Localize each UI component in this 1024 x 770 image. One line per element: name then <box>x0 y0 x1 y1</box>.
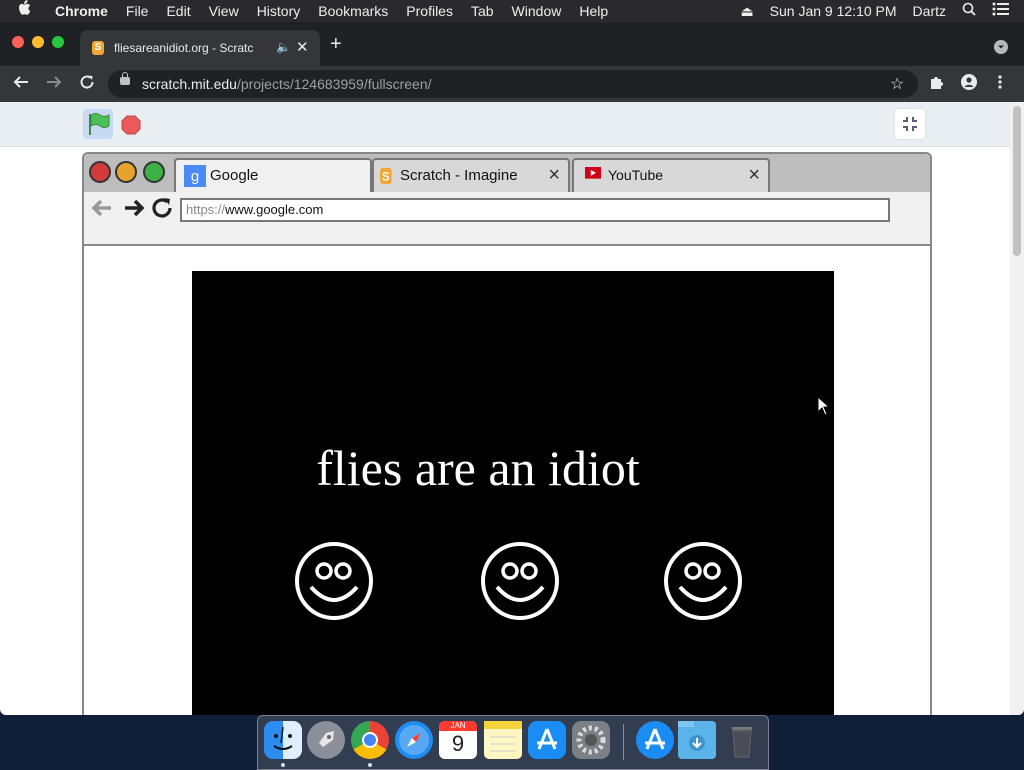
stage-tab-bar: g Google S Scratch - Imagine × YouTube × <box>84 154 930 194</box>
stop-sign-button[interactable] <box>121 115 141 135</box>
url-host: scratch.mit.edu <box>142 76 237 92</box>
downloads-folder-icon[interactable] <box>678 721 716 759</box>
scratch-controls-bar <box>0 102 1010 147</box>
eject-icon[interactable]: ⏏ <box>732 0 761 22</box>
new-tab-button[interactable]: + <box>330 34 342 54</box>
stage-back-arrow-icon <box>90 196 114 227</box>
trash-icon[interactable] <box>723 721 761 759</box>
macos-dock: JAN 9 <box>257 715 769 770</box>
chrome-window: S fliesareanidiot.org - Scratc 🔈 ✕ + scr… <box>0 22 1024 715</box>
stage-tab-label: Google <box>210 167 259 184</box>
url-path: /projects/124683959/fullscreen/ <box>236 76 432 92</box>
spotlight-icon[interactable] <box>954 0 984 22</box>
macos-menu-bar: Chrome File Edit View History Bookmarks … <box>0 0 1024 22</box>
stage-black-screen: flies are an idiot <box>192 271 834 715</box>
back-arrow-icon[interactable] <box>12 73 30 95</box>
stage-close-dot <box>89 161 111 183</box>
stage-reload-icon <box>150 196 174 227</box>
stage-tab-youtube: YouTube × <box>572 158 770 194</box>
chrome-menu-kebab-icon[interactable] <box>997 74 1003 95</box>
google-g-icon: g <box>184 165 206 187</box>
calendar-month: JAN <box>439 721 477 731</box>
page-scrollbar[interactable] <box>1010 102 1024 715</box>
lock-icon[interactable] <box>120 72 130 85</box>
stage-tab-close-icon: × <box>548 164 560 186</box>
green-flag-button[interactable] <box>83 109 113 139</box>
stage-tab-close-icon: × <box>748 164 760 186</box>
svg-text:S: S <box>382 170 390 183</box>
apple-menu-icon[interactable] <box>0 0 46 22</box>
address-bar[interactable]: scratch.mit.edu/projects/124683959/fulls… <box>108 70 918 98</box>
profile-icon[interactable] <box>961 74 977 95</box>
extensions-puzzle-icon[interactable] <box>929 74 945 95</box>
menu-clock[interactable]: Sun Jan 9 12:10 PM <box>762 0 905 22</box>
tab-title: fliesareanidiot.org - Scratc <box>114 41 254 55</box>
running-indicator <box>368 763 372 767</box>
forward-arrow-icon[interactable] <box>45 73 63 95</box>
exit-fullscreen-button[interactable] <box>894 108 926 140</box>
tab-close-icon[interactable]: ✕ <box>296 38 309 56</box>
calendar-day: 9 <box>451 731 465 756</box>
menu-user[interactable]: Dartz <box>905 0 954 22</box>
stage-tab-scratch: S Scratch - Imagine × <box>372 158 570 194</box>
control-center-icon[interactable] <box>984 0 1024 22</box>
safari-compass-icon[interactable] <box>395 721 433 759</box>
svg-text:g: g <box>191 168 199 185</box>
minimize-window-button[interactable] <box>32 36 44 48</box>
stage-address-bar: https://www.google.com <box>180 198 890 222</box>
stage-address-protocol: https:// <box>186 202 226 217</box>
stage-headline: flies are an idiot <box>316 440 640 496</box>
running-indicator <box>281 763 285 767</box>
menu-file[interactable]: File <box>117 0 158 22</box>
smiley-face-icon <box>481 542 559 620</box>
app-store-downloads-icon[interactable] <box>636 721 674 759</box>
launchpad-rocket-icon[interactable] <box>307 721 345 759</box>
dock-separator <box>623 724 624 760</box>
youtube-play-icon <box>585 167 601 179</box>
browser-tab-active[interactable]: S fliesareanidiot.org - Scratc 🔈 ✕ <box>80 30 320 66</box>
menu-bookmarks[interactable]: Bookmarks <box>309 0 397 22</box>
stage-tab-google: g Google <box>174 158 372 194</box>
scratch-s-icon: S <box>380 168 392 184</box>
stage-minimize-dot <box>115 161 137 183</box>
stage-tab-label: YouTube <box>608 167 664 183</box>
system-preferences-gear-icon[interactable] <box>572 721 610 759</box>
tab-search-icon[interactable] <box>994 40 1008 54</box>
menu-help[interactable]: Help <box>570 0 617 22</box>
bookmark-star-icon[interactable]: ☆ <box>890 74 904 94</box>
stage-zoom-dot <box>143 161 165 183</box>
browser-toolbar: scratch.mit.edu/projects/124683959/fulls… <box>0 66 1024 102</box>
menu-history[interactable]: History <box>248 0 310 22</box>
address-url[interactable]: scratch.mit.edu/projects/124683959/fulls… <box>142 76 432 92</box>
menu-edit[interactable]: Edit <box>157 0 199 22</box>
chrome-icon[interactable] <box>351 721 389 759</box>
menu-tab[interactable]: Tab <box>462 0 503 22</box>
speaker-icon[interactable]: 🔈 <box>276 40 291 54</box>
stage-nav-bar: https://www.google.com <box>84 192 930 246</box>
close-window-button[interactable] <box>12 36 24 48</box>
notes-icon[interactable] <box>484 721 522 759</box>
scratch-favicon-icon: S <box>92 41 104 55</box>
zoom-window-button[interactable] <box>52 36 64 48</box>
menu-profiles[interactable]: Profiles <box>397 0 462 22</box>
menu-window[interactable]: Window <box>503 0 571 22</box>
reload-icon[interactable] <box>78 73 96 95</box>
stage-tab-label: Scratch - Imagine <box>400 167 518 184</box>
smiley-face-icon <box>664 542 742 620</box>
stage-address-domain: www.google.com <box>225 202 324 217</box>
scrollbar-thumb[interactable] <box>1013 106 1021 256</box>
scratch-stage[interactable]: g Google S Scratch - Imagine × YouTube × <box>82 152 932 715</box>
menu-app-name[interactable]: Chrome <box>46 0 117 22</box>
mouse-cursor-icon <box>817 396 831 416</box>
smiley-face-icon <box>295 542 373 620</box>
stage-forward-arrow-icon <box>122 196 146 227</box>
finder-icon[interactable] <box>264 721 302 759</box>
calendar-icon[interactable]: JAN 9 <box>439 721 477 759</box>
tab-strip: S fliesareanidiot.org - Scratc 🔈 ✕ + <box>0 22 1024 66</box>
app-store-icon[interactable] <box>528 721 566 759</box>
menu-view[interactable]: View <box>200 0 248 22</box>
